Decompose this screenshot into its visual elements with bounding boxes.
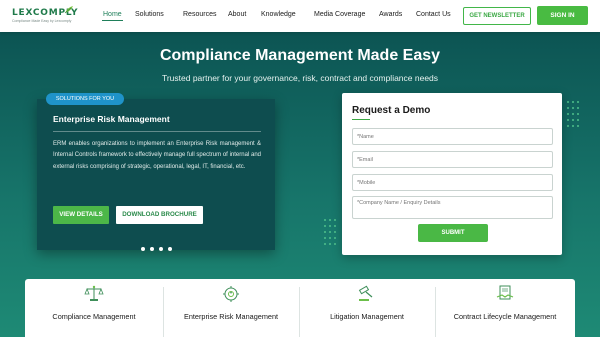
nav-about[interactable]: About	[228, 11, 246, 18]
carousel-dot[interactable]	[141, 247, 145, 251]
solution-description: ERM enables organizations to implement a…	[53, 141, 261, 170]
mobile-field[interactable]	[352, 174, 553, 191]
decorative-dot-grid-right	[567, 101, 583, 131]
name-field[interactable]	[352, 128, 553, 145]
handshake-document-icon	[496, 285, 514, 300]
nav-contact-us[interactable]: Contact Us	[416, 11, 451, 18]
hero-subtitle: Trusted partner for your governance, ris…	[161, 73, 439, 83]
submit-button[interactable]: SUBMIT	[418, 224, 488, 242]
active-nav-underline	[102, 20, 123, 21]
email-field[interactable]	[352, 151, 553, 168]
scales-icon	[84, 285, 104, 301]
nav-awards[interactable]: Awards	[379, 11, 402, 18]
solution-title: Enterprise Risk Management	[53, 114, 170, 124]
form-title: Request a Demo	[352, 105, 431, 116]
service-label: Contract Lifecycle Management	[453, 312, 557, 321]
nav-knowledge[interactable]: Knowledge	[261, 11, 296, 18]
service-label: Compliance Management	[52, 312, 136, 321]
top-navbar: LEXCOMPLY Compliance Made Easy by Lexcom…	[0, 0, 600, 32]
logo-tagline: Compliance Made Easy by Lexcomply	[12, 19, 72, 23]
view-details-button[interactable]: VIEW DETAILS	[53, 206, 109, 224]
hero-title: Compliance Management Made Easy	[159, 47, 441, 64]
decorative-dot-grid-left	[324, 219, 340, 247]
service-label: Litigation Management	[330, 312, 404, 321]
nav-media-coverage[interactable]: Media Coverage	[314, 11, 365, 18]
nav-solutions[interactable]: Solutions	[135, 11, 164, 18]
service-label: Enterprise Risk Management	[183, 312, 279, 321]
lexcomply-logo[interactable]: LEXCOMPLY Compliance Made Easy by Lexcom…	[12, 6, 78, 26]
card-divider	[53, 131, 261, 132]
company-enquiry-field[interactable]	[352, 196, 553, 219]
carousel-dot[interactable]	[150, 247, 154, 251]
nav-resources[interactable]: Resources	[183, 11, 216, 18]
service-litigation-management[interactable]: Litigation Management	[299, 279, 435, 337]
service-contract-lifecycle-management[interactable]: Contract Lifecycle Management	[435, 279, 575, 337]
solutions-badge: SOLUTIONS FOR YOU	[46, 93, 124, 105]
carousel-dot[interactable]	[168, 247, 172, 251]
service-compliance-management[interactable]: Compliance Management	[25, 279, 163, 337]
service-enterprise-risk-management[interactable]: Enterprise Risk Management	[163, 279, 299, 337]
sign-in-button[interactable]: SIGN IN	[537, 6, 588, 25]
carousel-dots	[141, 238, 177, 256]
risk-gear-icon	[223, 286, 239, 302]
solution-card: Enterprise Risk Management ERM enables o…	[37, 99, 275, 251]
download-brochure-button[interactable]: DOWNLOAD BROCHURE	[116, 206, 203, 224]
carousel-dot[interactable]	[159, 247, 163, 251]
form-title-underline	[352, 119, 370, 120]
leaf-icon	[64, 6, 73, 14]
request-demo-form: Request a Demo SUBMIT	[342, 93, 562, 255]
nav-home[interactable]: Home	[103, 11, 122, 18]
services-strip: Compliance Management Enterprise Risk Ma…	[25, 279, 575, 337]
gavel-icon	[358, 285, 373, 301]
get-newsletter-button[interactable]: GET NEWSLETTER	[463, 7, 531, 25]
